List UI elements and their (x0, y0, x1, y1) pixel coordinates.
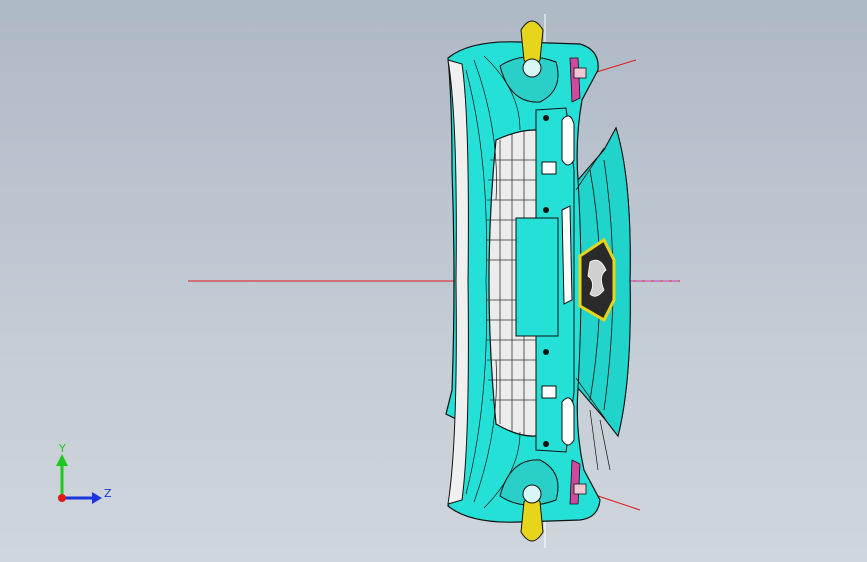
vertical-slot (561, 397, 575, 446)
lamp-socket (522, 58, 542, 78)
tow-hook-cover (573, 483, 587, 495)
triad-origin (58, 494, 66, 502)
axis-triad: Y Z (56, 442, 112, 504)
z-axis-label: Z (104, 487, 112, 500)
bumper-model-view[interactable]: Y Z (0, 0, 867, 562)
lamp-socket (522, 484, 542, 504)
fastener-hole (543, 207, 549, 213)
mount-slot (541, 385, 557, 399)
fastener-hole (543, 349, 549, 355)
fastener-hole (543, 441, 549, 447)
license-plate-mount (515, 217, 559, 337)
reflector-strip (569, 459, 581, 505)
mount-slot (541, 161, 557, 175)
reflector-strip (569, 57, 581, 103)
cad-3d-viewport[interactable]: Y Z (0, 0, 867, 562)
vertical-slot (561, 115, 575, 166)
y-axis-label: Y (58, 442, 66, 455)
fastener-hole (543, 115, 549, 121)
tow-hook-cover (573, 67, 587, 79)
vertical-slot (561, 205, 573, 305)
